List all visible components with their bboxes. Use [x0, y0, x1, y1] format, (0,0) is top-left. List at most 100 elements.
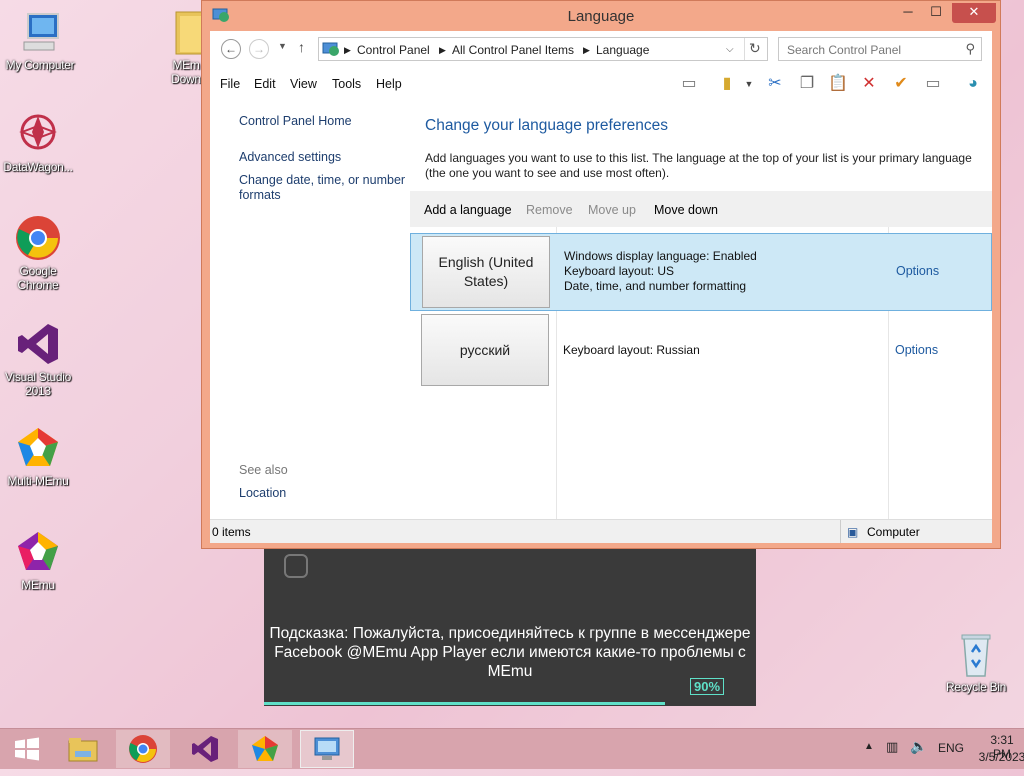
close-button[interactable]: ✕ [952, 3, 996, 23]
desktop-icon-label: Google Chrome [17, 264, 59, 292]
language-row-english[interactable]: English (United States) Windows display … [410, 233, 992, 311]
instagram-icon [284, 554, 308, 578]
desktop-icon-multi-memu[interactable]: Multi-MEmu [0, 424, 76, 488]
see-also-heading: See also [239, 463, 288, 477]
taskbar-chrome[interactable] [116, 730, 170, 768]
options-link[interactable]: Options [896, 264, 939, 278]
show-hidden-icons-icon[interactable]: ▲ [864, 741, 874, 752]
address-divider [744, 38, 745, 60]
menu-edit[interactable]: Edit [254, 77, 276, 91]
clock-date[interactable]: 3/5/2023 [976, 750, 1024, 764]
copy-icon[interactable]: ❐ [794, 71, 820, 97]
menu-file[interactable]: File [220, 77, 240, 91]
link-change-date-time[interactable]: Change date, time, or number formats [239, 173, 407, 203]
globe-icon[interactable]: ◕ [960, 71, 986, 97]
taskbar-visual-studio[interactable] [178, 730, 232, 768]
taskbar: ▲ ▥ 🔈 ENG 3:31 PM 3/5/2023 [0, 728, 1024, 769]
taskbar-control-panel[interactable] [300, 730, 354, 768]
search-box[interactable]: Search Control Panel ⚲ [778, 37, 982, 61]
desktop-icon-visual-studio[interactable]: Visual Studio 2013 [0, 320, 76, 398]
breadcrumb-control-panel[interactable]: Control Panel [357, 43, 430, 57]
chevron-right-icon: ▶ [439, 45, 446, 55]
network-icon[interactable]: ▥ [886, 739, 898, 755]
desktop-icon-my-computer[interactable]: My Computer [2, 8, 78, 72]
item-count: 0 items [212, 525, 251, 539]
rename-icon[interactable]: ▭ [920, 71, 946, 97]
minimize-button[interactable]: ─ [894, 3, 922, 23]
refresh-icon[interactable]: ↻ [749, 40, 761, 57]
link-advanced-settings[interactable]: Advanced settings [239, 150, 341, 165]
language-row-russian[interactable]: русский Keyboard layout: Russian Options [410, 312, 992, 390]
link-control-panel-home[interactable]: Control Panel Home [239, 114, 352, 129]
computer-icon [16, 8, 64, 56]
add-language-button[interactable]: Add a language [424, 203, 512, 217]
remove-button[interactable]: Remove [526, 203, 573, 217]
tip-text: Подсказка: Пожалуйста, присоединяйтесь к… [269, 625, 751, 680]
breadcrumb-language[interactable]: Language [596, 43, 649, 57]
desktop-icon-label: Multi-MEmu [7, 474, 69, 488]
status-divider [840, 520, 841, 543]
input-language[interactable]: ENG [938, 741, 964, 755]
chevron-right-icon: ▶ [583, 45, 590, 55]
properties-check-icon[interactable]: ✔ [888, 71, 914, 97]
search-input[interactable]: Search Control Panel [787, 43, 901, 57]
desktop-icon-label: MEm Down [171, 58, 201, 86]
memu-loading-panel: Подсказка: Пожалуйста, присоединяйтесь к… [264, 548, 756, 706]
language-window: Language ─ ☐ ✕ ← → ▼ ↑ ▶ Control Panel ▶… [201, 0, 1001, 549]
menu-tools[interactable]: Tools [332, 77, 361, 91]
preview-pane-icon[interactable]: ▭ [676, 71, 702, 97]
title-bar[interactable]: Language ─ ☐ ✕ [202, 1, 1000, 31]
desktop-icon-datawagon[interactable]: DataWagon... [0, 110, 76, 174]
language-tile[interactable]: English (United States) [422, 236, 550, 308]
language-info: Date, time, and number formatting [564, 279, 747, 293]
language-tile[interactable]: русский [421, 314, 549, 386]
start-button[interactable] [0, 730, 54, 768]
taskbar-file-explorer[interactable] [56, 730, 110, 768]
file-explorer-icon [68, 738, 98, 762]
move-down-button[interactable]: Move down [654, 203, 718, 217]
zone-label: Computer [867, 525, 920, 539]
back-button[interactable]: ← [221, 39, 241, 59]
recent-pages-chevron-icon[interactable]: ▼ [278, 41, 287, 51]
move-up-button[interactable]: Move up [588, 203, 636, 217]
menu-help[interactable]: Help [376, 77, 402, 91]
language-info: Keyboard layout: US [564, 264, 675, 278]
paste-icon[interactable]: 📋 [825, 71, 851, 97]
address-control-panel-icon [322, 41, 340, 60]
address-bar[interactable]: ▶ Control Panel ▶ All Control Panel Item… [318, 37, 768, 61]
desktop-icon-chrome[interactable]: Google Chrome [0, 214, 76, 292]
language-info: Keyboard layout: Russian [563, 343, 700, 357]
page-description: Add languages you want to use to this li… [425, 151, 972, 180]
breadcrumb-all-items[interactable]: All Control Panel Items [452, 43, 574, 57]
window-title: Language [567, 8, 635, 25]
up-arrow-icon[interactable]: ↑ [298, 39, 305, 55]
desktop-icon-label: DataWagon... [3, 160, 73, 174]
options-link[interactable]: Options [895, 343, 938, 357]
system-tray: ▲ ▥ 🔈 ENG 3:31 PM 3/5/2023 [824, 729, 1024, 769]
menu-view[interactable]: View [290, 77, 317, 91]
visual-studio-icon [192, 736, 218, 762]
multi-memu-icon [252, 736, 278, 761]
main-content: Change your language preferences Add lan… [410, 99, 992, 519]
desktop-icon-memu-download[interactable]: MEm Down [160, 8, 204, 86]
address-row: ← → ▼ ↑ ▶ Control Panel ▶ All Control Pa… [210, 31, 992, 67]
visual-studio-icon [14, 320, 62, 368]
taskbar-multi-memu[interactable] [238, 730, 292, 768]
desktop-icon-memu[interactable]: MEmu [0, 528, 76, 592]
progress-bar [264, 702, 665, 705]
maximize-button[interactable]: ☐ [922, 3, 950, 23]
cut-icon[interactable]: ✂ [762, 71, 788, 97]
folder-options-dropdown-icon[interactable]: ▼ [736, 71, 762, 97]
desktop-icon-label: Visual Studio 2013 [5, 370, 71, 398]
search-icon[interactable]: ⚲ [965, 41, 975, 57]
desktop-icon-recycle-bin[interactable]: Recycle Bin [938, 630, 1014, 694]
address-dropdown-icon[interactable]: ⌵ [726, 44, 734, 55]
forward-button[interactable]: → [249, 39, 269, 59]
recycle-bin-icon [952, 630, 1000, 678]
status-bar: 0 items ▣ Computer [210, 519, 992, 543]
delete-icon[interactable]: ✕ [856, 71, 882, 97]
volume-icon[interactable]: 🔈 [910, 738, 927, 755]
chevron-right-icon: ▶ [344, 45, 351, 55]
language-command-bar: Add a language Remove Move up Move down [410, 191, 992, 227]
link-location[interactable]: Location [239, 486, 286, 501]
